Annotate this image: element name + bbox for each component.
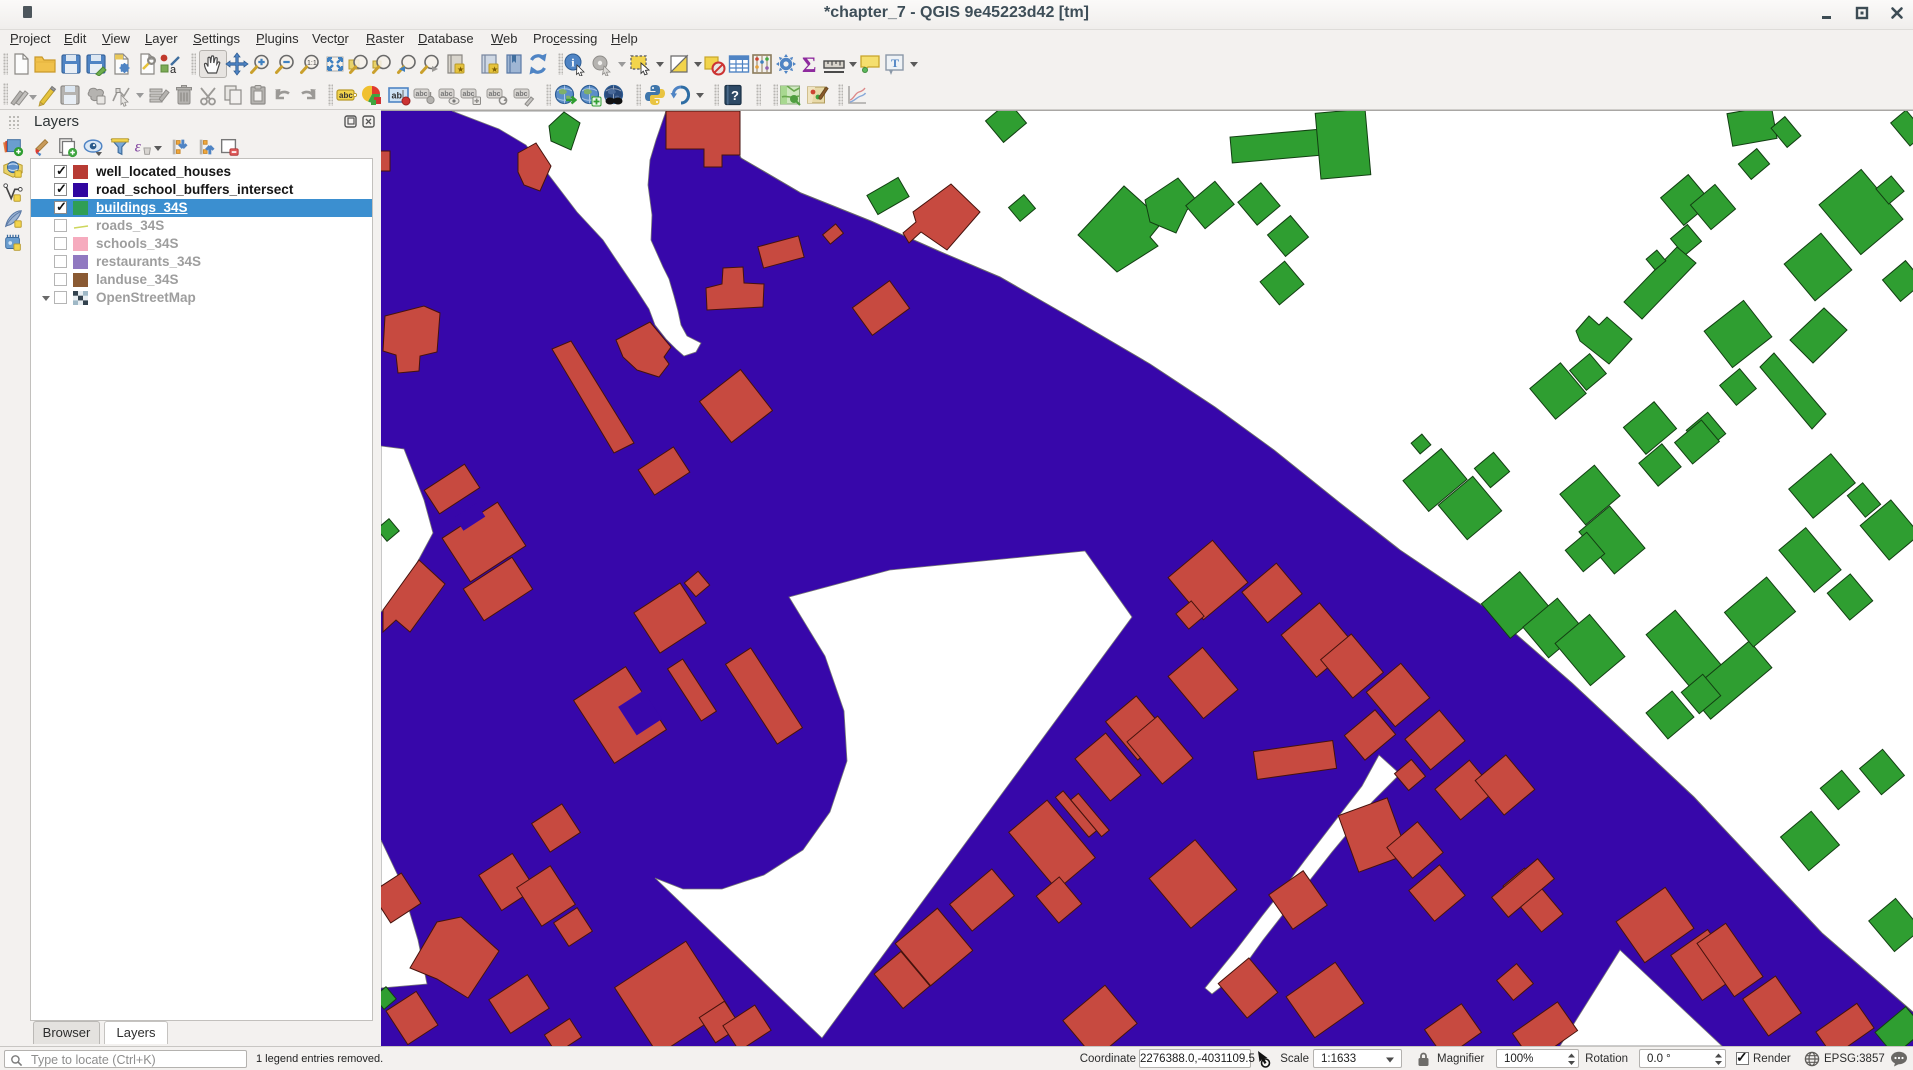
svg-text:abc: abc [489,91,501,98]
svg-text:abc: abc [441,91,453,98]
svg-text:1:1: 1:1 [307,60,317,67]
svg-text:★: ★ [457,65,464,74]
svg-text:ab: ab [392,91,403,101]
svg-text:abc: abc [339,91,353,100]
svg-text:?: ? [731,88,739,103]
svg-text:T: T [891,56,899,70]
svg-text:Σ: Σ [802,52,816,76]
svg-text:★: ★ [491,65,498,74]
svg-text:ε: ε [135,139,142,156]
svg-text:abc: abc [416,91,428,98]
svg-text:abc: abc [516,91,528,98]
svg-text:a: a [170,64,177,76]
